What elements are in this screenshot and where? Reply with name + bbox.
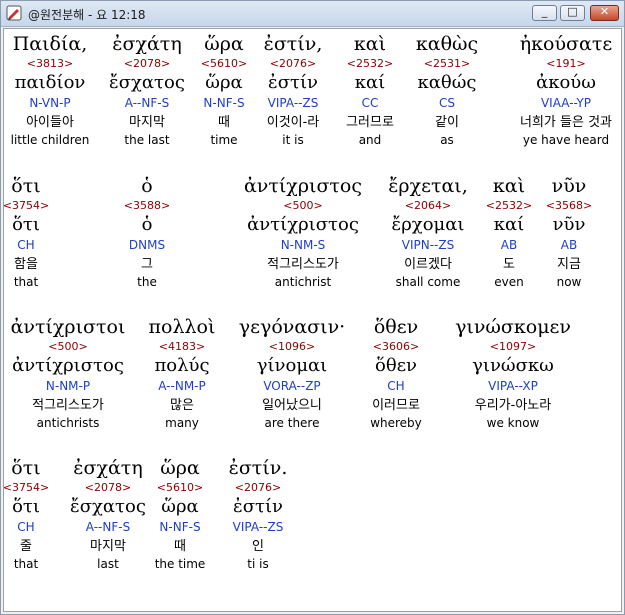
lemma-word: ἐστίν bbox=[233, 496, 283, 517]
parse-code: VIPA--ZS bbox=[232, 520, 284, 534]
title-bar[interactable]: @원전분해 - 요 12:18 _ □ ✕ bbox=[1, 1, 624, 27]
lemma-word: ἀντίχριστος bbox=[247, 214, 359, 235]
korean-gloss: 지금 bbox=[557, 257, 581, 272]
window-title: @원전분해 - 요 12:18 bbox=[28, 8, 146, 22]
lemma-word: ἀκούω bbox=[536, 72, 596, 93]
lemma-word: ὁ bbox=[141, 214, 153, 235]
verse-analysis-panel[interactable]: Παιδία, <3813> παιδίον N-VN-P 아이들아 little chi… bbox=[3, 28, 622, 612]
parse-code: AB bbox=[560, 238, 578, 252]
strong-number: <3568> bbox=[545, 199, 593, 212]
korean-gloss: 우리가-아노라 bbox=[474, 398, 552, 413]
parse-code: DNMS bbox=[128, 238, 166, 252]
korean-gloss: 그 bbox=[141, 257, 153, 272]
strong-number: <3588> bbox=[123, 199, 171, 212]
greek-word: ὁ bbox=[141, 175, 153, 197]
greek-word: γινώσκομεν bbox=[455, 316, 571, 338]
maximize-icon: □ bbox=[567, 5, 578, 18]
close-button[interactable]: ✕ bbox=[590, 5, 619, 21]
strong-number: <191> bbox=[546, 57, 586, 70]
close-icon: ✕ bbox=[599, 5, 610, 18]
korean-gloss: 너희가 들은 것과 bbox=[520, 115, 612, 130]
strong-number: <1097> bbox=[489, 340, 537, 353]
strong-number: <500> bbox=[283, 199, 323, 212]
word-block[interactable]: ἐστίν. <2076> ἐστίν VIPA--ZS 인 ti is bbox=[188, 456, 328, 572]
word-block[interactable]: γινώσκομεν <1097> γινώσκω VIPA--XP 우리가-아노라 we… bbox=[443, 315, 583, 431]
lemma-word: νῦν bbox=[552, 214, 586, 235]
word-block[interactable]: ἠκούσατε <191> ἀκούω VIAA--YP 너희가 들은 것과 ye ha… bbox=[496, 32, 621, 148]
parse-code: VIPA--XP bbox=[488, 379, 538, 393]
english-gloss: ti is bbox=[247, 557, 269, 571]
english-gloss: antichrist bbox=[274, 275, 332, 289]
lemma-word: γινώσκω bbox=[472, 355, 554, 376]
korean-gloss: 적그리스도가 bbox=[267, 257, 339, 272]
word-block[interactable]: νῦν <3568> νῦν AB 지금 now bbox=[499, 174, 621, 290]
english-gloss: ye have heard bbox=[522, 133, 610, 147]
greek-word: ἐστίν. bbox=[228, 457, 288, 479]
english-gloss: the bbox=[137, 275, 157, 289]
minimize-button[interactable]: _ bbox=[532, 5, 557, 21]
minimize-icon: _ bbox=[541, 5, 548, 18]
english-gloss: now bbox=[556, 275, 582, 289]
word-block[interactable]: ὁ <3588> ὁ DNMS 그 the bbox=[77, 174, 217, 290]
parse-code: N-NM-S bbox=[280, 238, 326, 252]
greek-word: ἠκούσατε bbox=[519, 33, 613, 55]
greek-word: νῦν bbox=[551, 175, 587, 197]
parse-code: VIAA--YP bbox=[540, 96, 592, 110]
maximize-button[interactable]: □ bbox=[560, 5, 585, 21]
app-window: @원전분해 - 요 12:18 _ □ ✕ Παιδία, <3813> παιδί… bbox=[0, 0, 625, 615]
word-block[interactable]: ἀντίχριστος <500> ἀντίχριστος N-NM-S 적그리스도가 a… bbox=[233, 174, 373, 290]
greek-word: ἀντίχριστος bbox=[243, 175, 363, 197]
english-gloss: we know bbox=[486, 416, 540, 430]
korean-gloss: 인 bbox=[252, 539, 264, 554]
app-pen-icon bbox=[6, 5, 22, 21]
strong-number: <2076> bbox=[234, 481, 282, 494]
